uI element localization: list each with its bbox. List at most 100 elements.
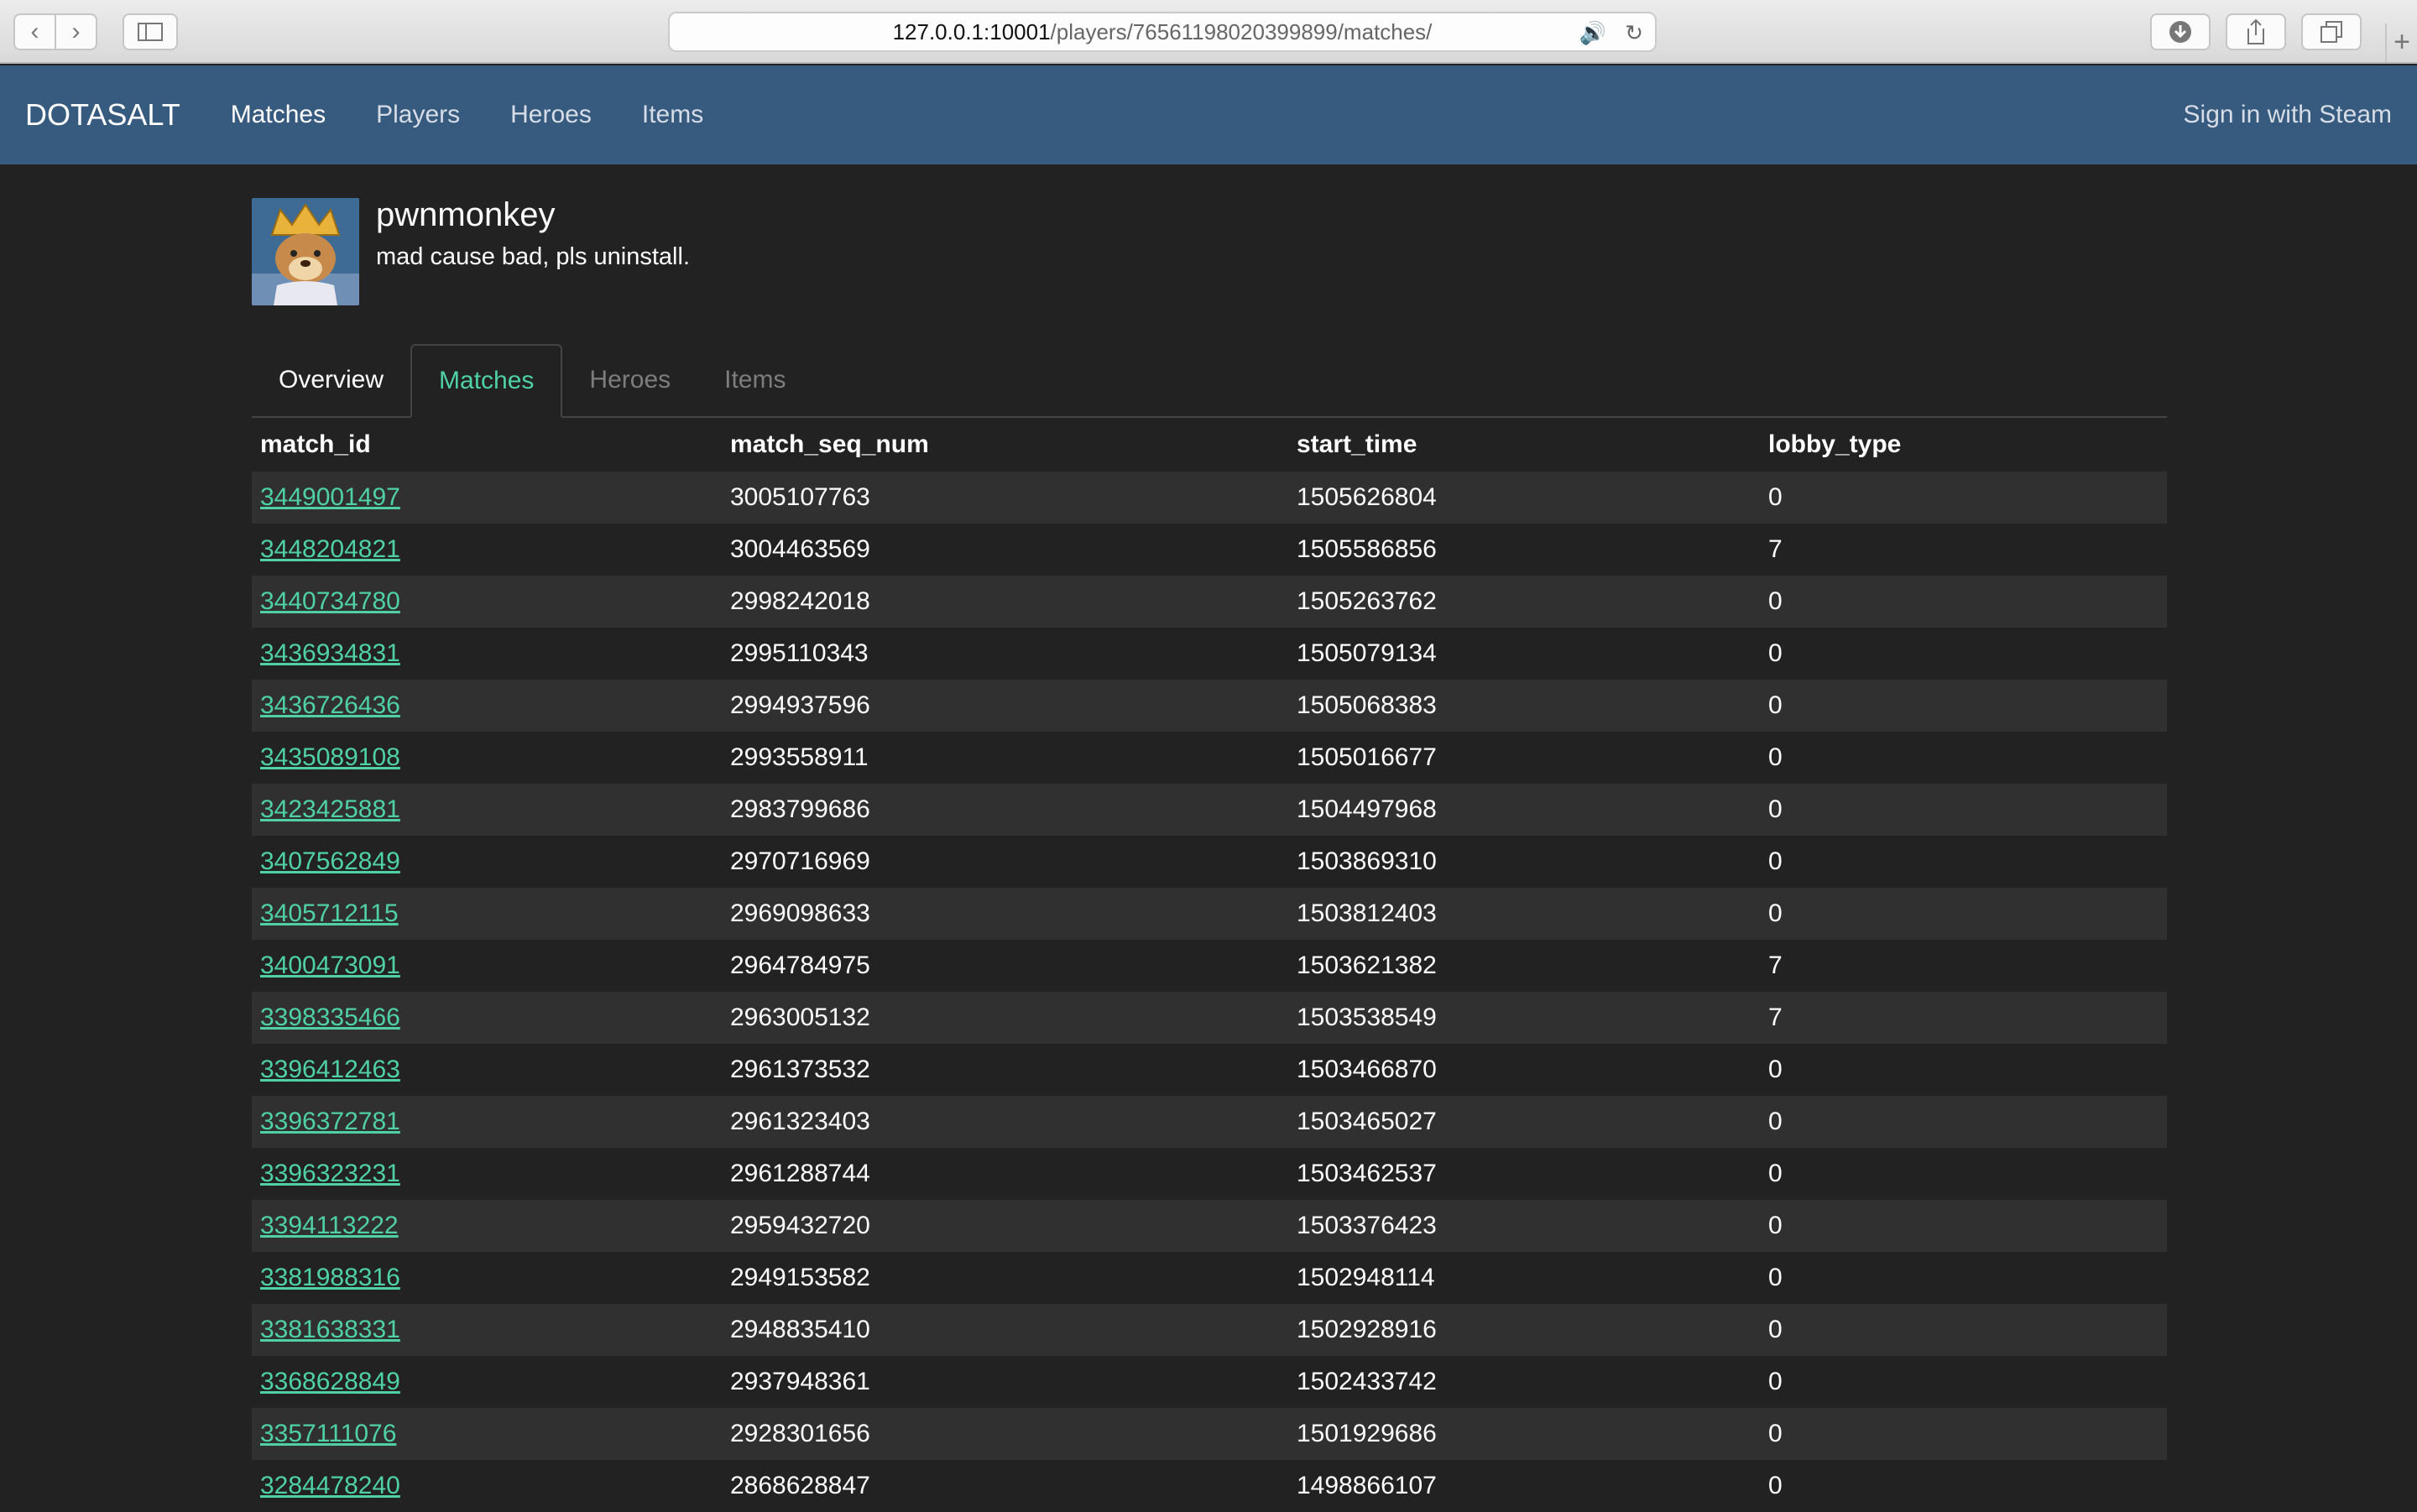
table-row: 3396323231 2961288744 1503462537 0 xyxy=(252,1148,2167,1200)
browser-toolbar: ‹ › 127.0.0.1:10001/players/765611980203… xyxy=(0,0,2417,64)
sidebar-toggle-button[interactable] xyxy=(123,13,178,50)
match-link[interactable]: 3284478240 xyxy=(260,1472,400,1499)
column-header-start-time: start_time xyxy=(1297,430,1417,458)
audio-icon[interactable]: 🔊 xyxy=(1579,20,1606,46)
nav-players[interactable]: Players xyxy=(376,101,460,129)
start-time-cell: 1498866107 xyxy=(1297,1472,1437,1499)
tab-matches[interactable]: Matches xyxy=(410,344,563,418)
match-link[interactable]: 3448204821 xyxy=(260,535,400,563)
tab-items[interactable]: Items xyxy=(697,344,812,416)
match-seq-num-cell: 2994937596 xyxy=(722,680,1288,732)
match-id-cell: 3368628849 xyxy=(252,1356,722,1408)
match-link[interactable]: 3423425881 xyxy=(260,795,400,823)
nav-items[interactable]: Items xyxy=(642,101,703,129)
tab-overview[interactable]: Overview xyxy=(252,344,410,416)
match-seq-num-cell: 2970716969 xyxy=(730,847,870,875)
match-link[interactable]: 3394113222 xyxy=(260,1212,399,1239)
sidebar-icon xyxy=(138,23,163,41)
table-row: 3284478240 2868628847 1498866107 0 xyxy=(252,1460,2167,1512)
match-link[interactable]: 3357111076 xyxy=(260,1420,396,1447)
match-id-cell: 3440734780 xyxy=(252,576,722,628)
start-time-cell: 1505626804 xyxy=(1288,472,1760,524)
column-header-lobby-type: lobby_type xyxy=(1768,430,1902,458)
tabs-icon xyxy=(2320,21,2342,43)
match-link[interactable]: 3396372781 xyxy=(260,1108,400,1135)
match-link[interactable]: 3436726436 xyxy=(260,691,400,719)
match-id-cell: 3357111076 xyxy=(252,1408,722,1460)
match-id-cell: 3396323231 xyxy=(252,1148,722,1200)
match-link[interactable]: 3449001497 xyxy=(260,483,400,511)
url-host: 127.0.0.1:10001 xyxy=(892,18,1051,44)
new-tab-icon[interactable]: + xyxy=(2385,23,2417,62)
table-row: 3423425881 2983799686 1504497968 0 xyxy=(252,784,2167,836)
start-time-cell: 1503621382 xyxy=(1297,952,1437,979)
match-link[interactable]: 3398335466 xyxy=(260,1004,400,1031)
brand-logo[interactable]: DOTASALT xyxy=(25,97,180,133)
lobby-type-cell: 0 xyxy=(1760,1200,2167,1252)
match-seq-num-cell: 2948835410 xyxy=(722,1304,1288,1356)
lobby-type-cell: 7 xyxy=(1768,535,1783,563)
sign-in-link[interactable]: Sign in with Steam xyxy=(2184,101,2392,129)
table-body: 3449001497 3005107763 1505626804 0 344820482… xyxy=(252,472,2167,1512)
table-row: 3357111076 2928301656 1501929686 0 xyxy=(252,1408,2167,1460)
player-status: mad cause bad, pls uninstall. xyxy=(376,243,690,270)
player-name: pwnmonkey xyxy=(376,196,556,233)
lobby-type-cell: 0 xyxy=(1760,1096,2167,1148)
start-time-cell: 1505263762 xyxy=(1288,576,1760,628)
back-icon[interactable]: ‹ xyxy=(15,19,55,44)
match-link[interactable]: 3381988316 xyxy=(260,1264,400,1291)
url-path: /players/76561198020399899/matches/ xyxy=(1050,18,1433,44)
match-id-cell: 3436934831 xyxy=(252,628,722,680)
share-button[interactable] xyxy=(2226,13,2286,50)
lobby-type-cell: 0 xyxy=(1760,680,2167,732)
match-seq-num-cell: 3005107763 xyxy=(722,472,1288,524)
match-id-cell: 3284478240 xyxy=(252,1460,722,1512)
match-link[interactable]: 3435089108 xyxy=(260,743,400,771)
reload-icon[interactable]: ↻ xyxy=(1625,20,1643,46)
match-link[interactable]: 3440734780 xyxy=(260,587,400,615)
match-link[interactable]: 3436934831 xyxy=(260,639,400,667)
match-seq-num-cell: 2961373532 xyxy=(730,1056,870,1083)
start-time-cell: 1501929686 xyxy=(1288,1408,1760,1460)
downloads-button[interactable] xyxy=(2150,13,2211,50)
match-id-cell: 3396372781 xyxy=(252,1096,722,1148)
start-time-cell: 1503812403 xyxy=(1288,888,1760,940)
share-icon xyxy=(2247,18,2264,44)
download-icon xyxy=(2169,21,2191,43)
match-link[interactable]: 3381638331 xyxy=(260,1316,400,1343)
match-seq-num-cell: 2964784975 xyxy=(730,952,870,979)
lobby-type-cell: 0 xyxy=(1768,1056,1783,1083)
address-bar[interactable]: 127.0.0.1:10001/players/7656119802039989… xyxy=(668,12,1657,52)
match-link[interactable]: 3405712115 xyxy=(260,899,399,927)
start-time-cell: 1503465027 xyxy=(1288,1096,1760,1148)
start-time-cell: 1503376423 xyxy=(1288,1200,1760,1252)
match-seq-num-cell: 2937948361 xyxy=(730,1368,870,1395)
lobby-type-cell: 7 xyxy=(1768,952,1783,979)
table-row: 3407562849 2970716969 1503869310 0 xyxy=(252,836,2167,888)
match-link[interactable]: 3396412463 xyxy=(260,1056,400,1083)
match-id-cell: 3448204821 xyxy=(252,524,722,576)
match-id-cell: 3398335466 xyxy=(252,992,722,1044)
match-seq-num-cell: 2998242018 xyxy=(722,576,1288,628)
tabs-overview-button[interactable] xyxy=(2301,13,2362,50)
match-link[interactable]: 3400473091 xyxy=(260,952,400,979)
matches-table: match_id match_seq_num start_time lobby_… xyxy=(252,418,2167,1512)
table-row: 3396412463 2961373532 1503466870 0 xyxy=(252,1044,2167,1096)
match-seq-num-cell: 2928301656 xyxy=(722,1408,1288,1460)
match-id-cell: 3423425881 xyxy=(252,784,722,836)
table-row: 3396372781 2961323403 1503465027 0 xyxy=(252,1096,2167,1148)
forward-icon[interactable]: › xyxy=(56,19,96,44)
start-time-cell: 1503538549 xyxy=(1288,992,1760,1044)
table-row: 3448204821 3004463569 1505586856 7 xyxy=(252,524,2167,576)
lobby-type-cell: 0 xyxy=(1768,743,1783,771)
match-link[interactable]: 3368628849 xyxy=(260,1368,400,1395)
nav-heroes[interactable]: Heroes xyxy=(510,101,592,129)
table-row: 3381988316 2949153582 1502948114 0 xyxy=(252,1252,2167,1304)
match-link[interactable]: 3407562849 xyxy=(260,847,400,875)
table-row: 3436726436 2994937596 1505068383 0 xyxy=(252,680,2167,732)
match-link[interactable]: 3396323231 xyxy=(260,1160,400,1187)
match-id-cell: 3394113222 xyxy=(252,1200,722,1252)
lobby-type-cell: 0 xyxy=(1768,1368,1783,1395)
nav-matches[interactable]: Matches xyxy=(231,101,326,129)
tab-heroes[interactable]: Heroes xyxy=(562,344,697,416)
